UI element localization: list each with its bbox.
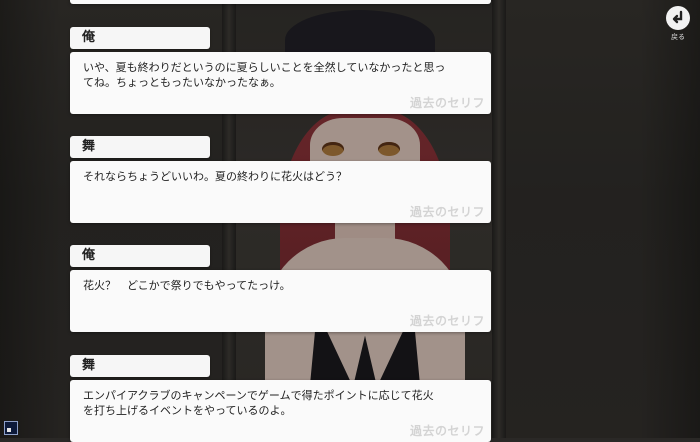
speaker-name: 俺 — [70, 245, 210, 267]
speaker-name: 舞 — [70, 136, 210, 158]
message-text: エンパイアクラブのキャンペーンでゲームで得たポイントに応じて花火 を打ち上げるイ… — [83, 389, 434, 417]
message-box[interactable]: エンパイアクラブのキャンペーンでゲームで得たポイントに応じて花火 を打ち上げるイ… — [70, 380, 491, 442]
message-box[interactable]: いや、夏も終わりだというのに夏らしいことを全然していなかったと思っ てね。ちょっ… — [70, 52, 491, 114]
past-line-label[interactable]: 過去のセリフ — [410, 203, 485, 220]
message-text: いや、夏も終わりだというのに夏らしいことを全然していなかったと思っ てね。ちょっ… — [83, 61, 446, 89]
past-line-label[interactable]: 過去のセリフ — [410, 422, 485, 439]
message-box[interactable]: 花火？ どこかで祭りでもやってたっけ。 過去のセリフ — [70, 270, 491, 332]
message-text: 花火？ どこかで祭りでもやってたっけ。 — [83, 279, 291, 292]
back-button-label: 戻る — [671, 33, 685, 41]
speaker-name: 俺 — [70, 27, 210, 49]
past-line-label[interactable]: 過去のセリフ — [410, 312, 485, 329]
back-button[interactable]: 戻る — [663, 6, 693, 41]
message-text: それならちょうどいいわ。夏の終わりに花火はどう？ — [83, 170, 347, 183]
past-line-label[interactable]: 過去のセリフ — [410, 94, 485, 111]
message-box[interactable]: それならちょうどいいわ。夏の終わりに花火はどう？ 過去のセリフ — [70, 161, 491, 223]
window-toggle-icon[interactable] — [4, 421, 18, 435]
speaker-name: 舞 — [70, 355, 210, 377]
return-arrow-icon — [666, 6, 690, 30]
previous-message-box-edge — [70, 0, 491, 4]
